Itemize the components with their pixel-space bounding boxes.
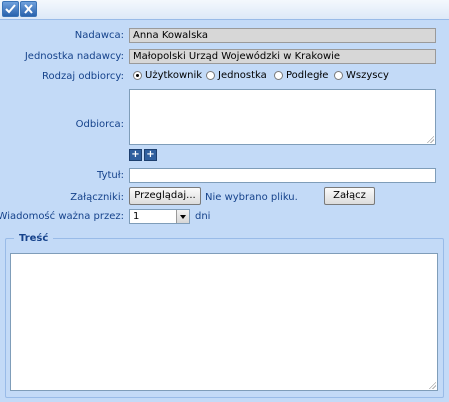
plus-multiple-icon: + [146, 149, 155, 160]
resize-grip-icon[interactable] [428, 381, 436, 389]
radio-label: Użytkownik [145, 70, 203, 81]
sender-label: Nadawca: [74, 30, 124, 41]
sender-unit-field: Małopolski Urząd Wojewódzki w Krakowie [129, 49, 436, 64]
radio-label: Jednostka [218, 70, 267, 81]
radio-dot-selected [133, 71, 142, 80]
add-recipient-button[interactable]: + [129, 149, 142, 161]
toolbar [0, 0, 449, 20]
radio-label: Wszyscy [346, 70, 389, 81]
radio-podlegle[interactable]: Podległe [274, 70, 328, 81]
radio-dot [274, 71, 283, 80]
radio-uzytkownik[interactable]: Użytkownik [133, 70, 202, 81]
validity-select[interactable]: 1 [129, 209, 190, 224]
radio-label: Podległe [286, 70, 329, 81]
plus-icon: + [131, 149, 140, 160]
validity-value: 1 [133, 211, 140, 222]
cancel-button[interactable] [20, 1, 37, 17]
validity-unit: dni [195, 211, 211, 222]
radio-jednostka[interactable]: Jednostka [206, 70, 267, 81]
chevron-down-icon[interactable] [176, 210, 189, 223]
radio-dot [206, 71, 215, 80]
sender-field: Anna Kowalska [129, 28, 436, 43]
attachments-label: Załączniki: [70, 192, 124, 203]
browse-button[interactable]: Przeglądaj... [129, 187, 201, 205]
attach-button[interactable]: Załącz [324, 187, 375, 205]
add-multiple-recipients-button[interactable]: + [144, 149, 157, 161]
checkmark-icon [5, 4, 16, 14]
content-legend: Treść [14, 233, 54, 244]
radio-dot [334, 71, 343, 80]
title-input[interactable] [129, 168, 436, 183]
validity-label: Wiadomość ważna przez: [0, 211, 124, 222]
resize-grip-icon[interactable] [426, 135, 434, 143]
recipient-label: Odbiorca: [75, 119, 124, 130]
confirm-button[interactable] [2, 1, 19, 17]
recipient-textarea[interactable] [129, 89, 436, 145]
title-label: Tytuł: [97, 170, 124, 181]
content-textarea[interactable] [10, 253, 438, 391]
radio-wszyscy[interactable]: Wszyscy [334, 70, 389, 81]
sender-unit-label: Jednostka nadawcy: [24, 51, 124, 62]
close-icon [24, 4, 33, 14]
recipient-type-label: Rodzaj odbiorcy: [42, 71, 124, 82]
no-file-text: Nie wybrano pliku. [205, 192, 298, 203]
